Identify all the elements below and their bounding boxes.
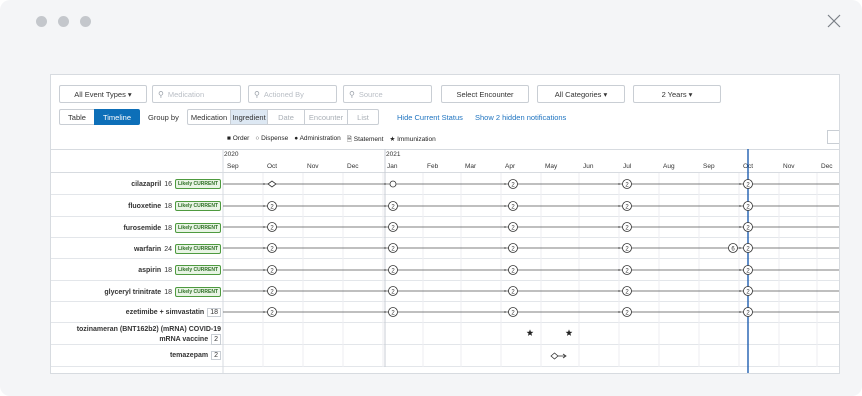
order-dot xyxy=(384,205,386,207)
order-dot xyxy=(504,205,506,207)
window-dot-maximize[interactable] xyxy=(80,16,91,27)
order-dot xyxy=(618,183,620,185)
window-dot-close[interactable] xyxy=(36,16,47,27)
order-dot xyxy=(739,226,741,228)
order-dot xyxy=(739,311,741,313)
order-dot xyxy=(384,226,386,228)
order-dot xyxy=(618,247,620,249)
order-dot xyxy=(263,205,265,207)
order-dot xyxy=(618,269,620,271)
order-dot xyxy=(263,183,265,185)
order-dot xyxy=(384,311,386,313)
order-dot xyxy=(739,247,741,249)
statement-marker xyxy=(550,352,559,360)
order-dot xyxy=(739,269,741,271)
order-dot xyxy=(739,183,741,185)
timeline-canvas: 2 2 22 2 2 2 22 2 2 2 22 2 2 2 262 2 2 2 22 2 2 2 22 2 2 2 2 xyxy=(222,149,839,373)
order-dot xyxy=(263,269,265,271)
medication-timeline-panel: All Event Types ▾ ⚲ Medication ⚲ Actioned … xyxy=(50,74,840,374)
statement-marker xyxy=(267,180,277,188)
order-dot xyxy=(384,183,386,185)
order-dot xyxy=(504,183,506,185)
order-dot xyxy=(504,269,506,271)
order-dot xyxy=(384,247,386,249)
order-dot xyxy=(739,205,741,207)
order-dot xyxy=(618,290,620,292)
order-dot xyxy=(384,269,386,271)
window-controls xyxy=(36,16,91,27)
order-dot xyxy=(504,311,506,313)
order-dot xyxy=(384,290,386,292)
window-dot-minimize[interactable] xyxy=(58,16,69,27)
order-dot xyxy=(263,247,265,249)
order-dot xyxy=(263,226,265,228)
dispense-marker xyxy=(389,180,397,188)
app-window: All Event Types ▾ ⚲ Medication ⚲ Actioned … xyxy=(0,0,862,396)
order-dot xyxy=(618,205,620,207)
order-dot xyxy=(618,226,620,228)
immunization-marker xyxy=(565,329,573,336)
order-dot xyxy=(263,311,265,313)
order-dot xyxy=(618,311,620,313)
order-dot xyxy=(504,247,506,249)
order-dot xyxy=(263,290,265,292)
close-icon[interactable] xyxy=(826,13,842,29)
order-dot xyxy=(739,290,741,292)
order-dot xyxy=(504,226,506,228)
order-dot xyxy=(504,290,506,292)
immunization-marker xyxy=(526,329,534,336)
